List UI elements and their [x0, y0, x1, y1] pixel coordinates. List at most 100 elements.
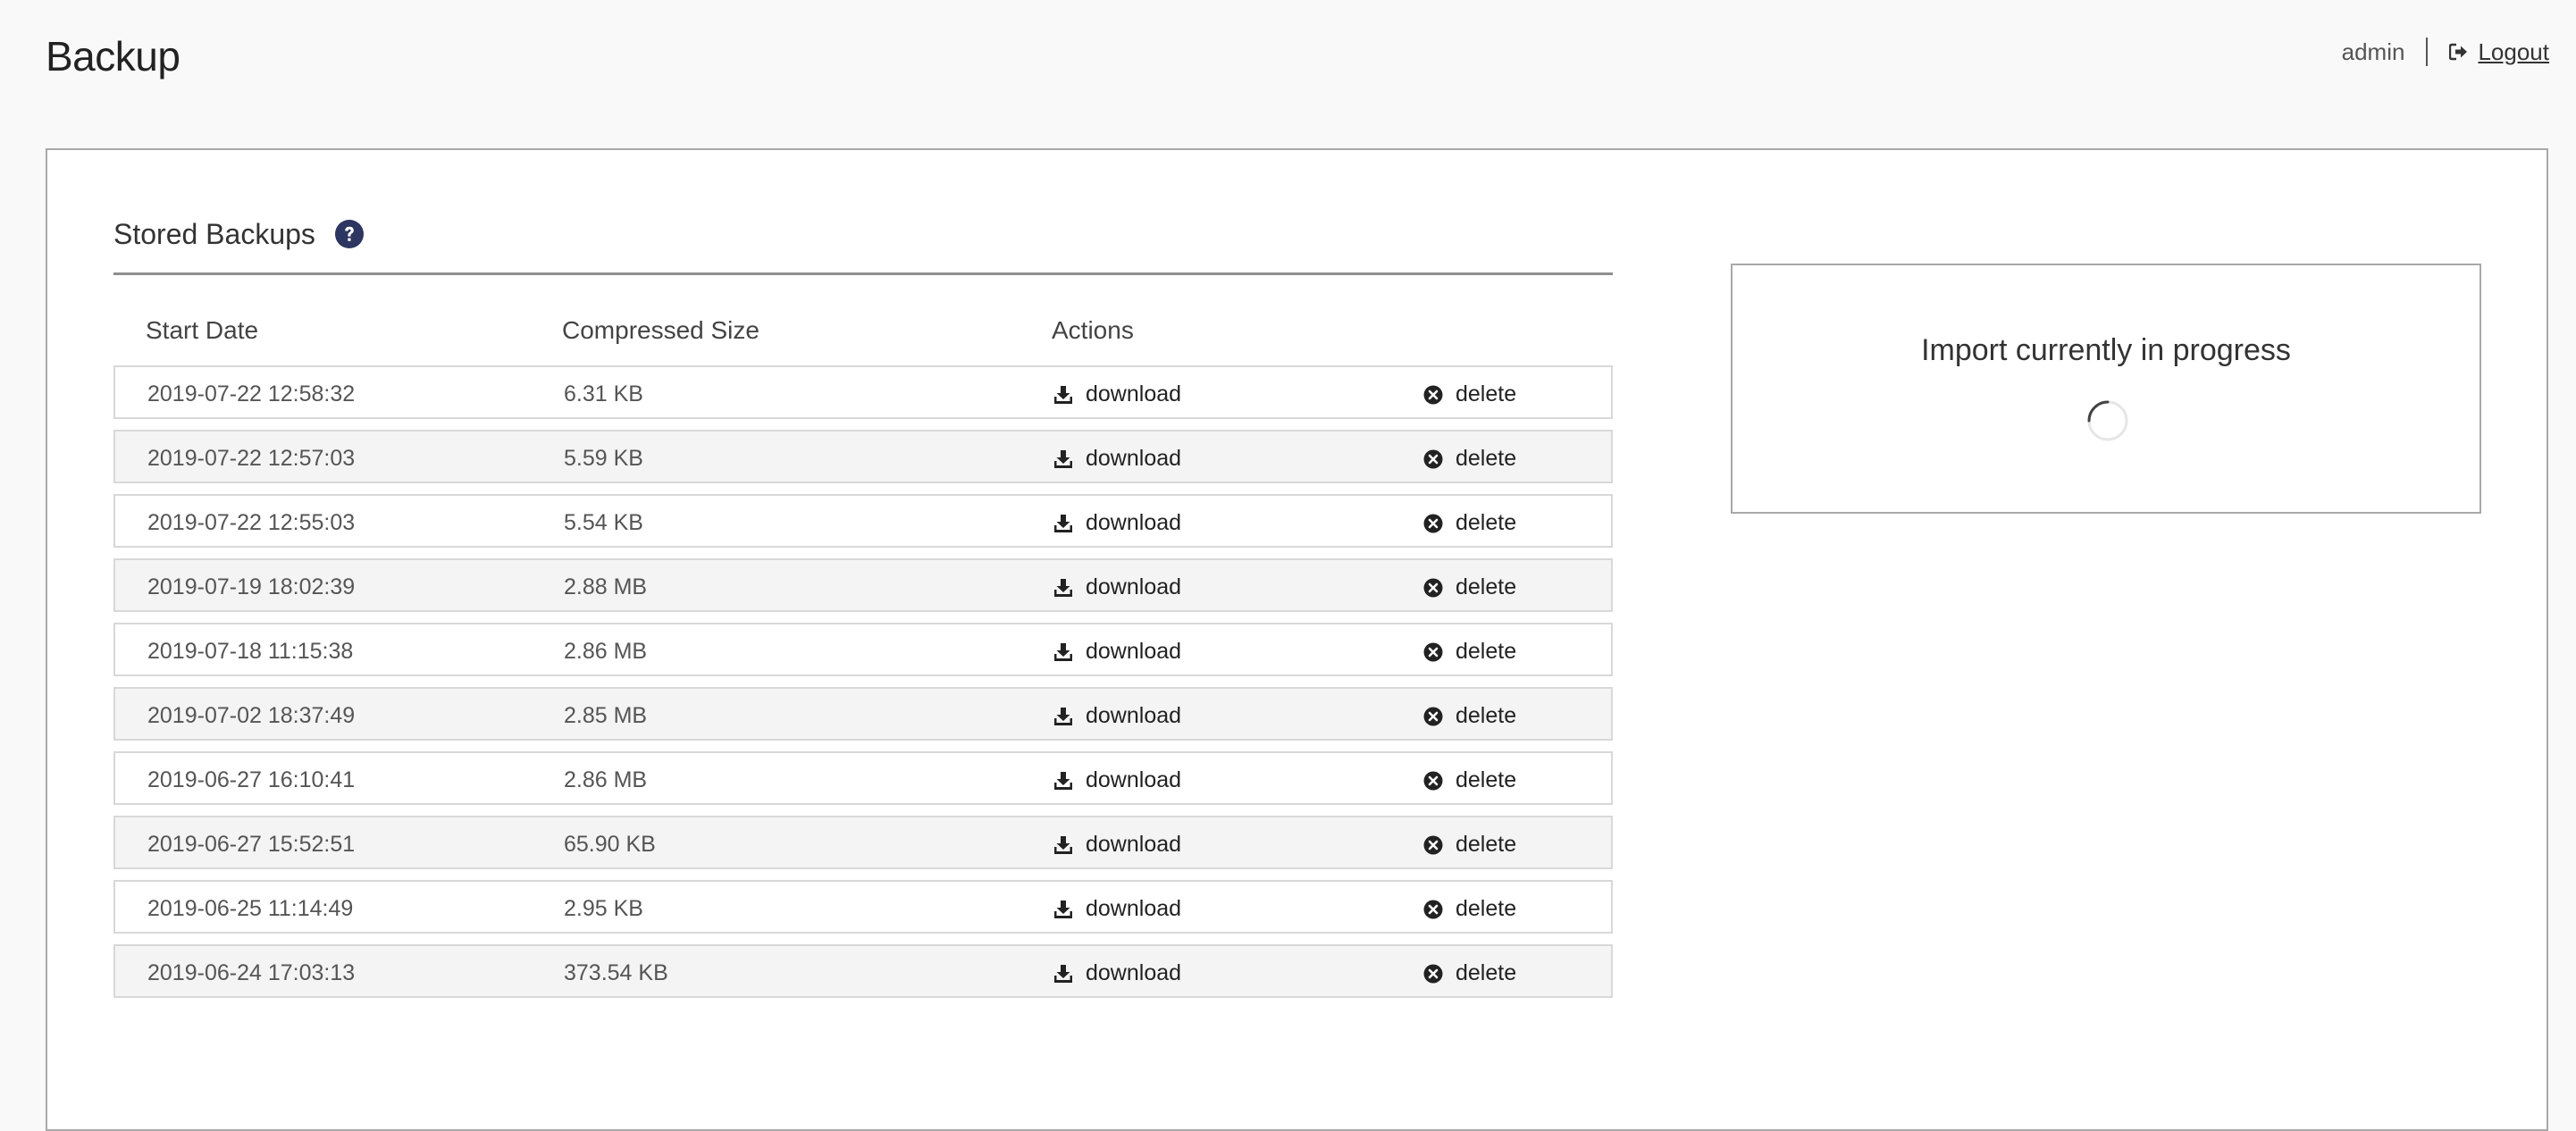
- backup-size: 2.95 KB: [564, 896, 643, 921]
- download-label: download: [1086, 446, 1182, 471]
- times-circle-icon: [1423, 900, 1443, 918]
- download-icon: [1054, 385, 1072, 404]
- backup-start-date: 2019-07-22 12:55:03: [147, 510, 356, 535]
- download-button[interactable]: download: [1053, 767, 1181, 793]
- delete-label: delete: [1456, 510, 1517, 535]
- download-button[interactable]: download: [1053, 832, 1181, 858]
- delete-label: delete: [1456, 896, 1517, 921]
- times-circle-icon: [1423, 964, 1443, 983]
- table-row: 2019-06-24 17:03:13 373.54 KB download dele…: [113, 944, 1613, 998]
- delete-button[interactable]: delete: [1423, 510, 1516, 536]
- backup-size: 6.31 KB: [564, 381, 643, 406]
- logout-link[interactable]: Logout: [2449, 38, 2549, 66]
- download-label: download: [1086, 639, 1182, 664]
- table-row: 2019-07-18 11:15:38 2.86 MB download delete: [113, 623, 1613, 676]
- sign-out-icon: [2449, 43, 2468, 61]
- backup-size: 2.88 MB: [564, 574, 648, 599]
- page-title: Backup: [46, 33, 180, 80]
- backup-start-date: 2019-07-22 12:58:32: [147, 381, 356, 406]
- backup-size: 2.86 MB: [564, 767, 648, 792]
- table-row: 2019-06-25 11:14:49 2.95 KB download delete: [113, 880, 1613, 934]
- delete-label: delete: [1456, 832, 1517, 857]
- times-circle-icon: [1423, 642, 1443, 661]
- backup-start-date: 2019-06-27 15:52:51: [147, 832, 356, 857]
- delete-button[interactable]: delete: [1423, 446, 1516, 472]
- delete-label: delete: [1456, 381, 1517, 406]
- delete-button[interactable]: delete: [1423, 832, 1516, 858]
- download-label: download: [1086, 381, 1182, 406]
- page-header: Backup admin Logout: [0, 0, 2576, 116]
- download-label: download: [1086, 703, 1182, 728]
- table-row: 2019-07-22 12:57:03 5.59 KB download delete: [113, 430, 1613, 483]
- section-title: Stored Backups: [113, 218, 315, 250]
- download-label: download: [1086, 767, 1182, 792]
- backup-start-date: 2019-07-22 12:57:03: [147, 446, 356, 471]
- backup-size: 373.54 KB: [564, 960, 668, 985]
- backups-table: 2019-07-22 12:58:32 6.31 KB download delete…: [113, 365, 1613, 1009]
- main-panel: Stored Backups Start Date Compressed Siz…: [46, 148, 2548, 1131]
- question-circle-icon[interactable]: [334, 220, 364, 248]
- download-button[interactable]: download: [1053, 960, 1181, 986]
- download-label: download: [1086, 960, 1182, 985]
- delete-button[interactable]: delete: [1423, 703, 1516, 729]
- download-button[interactable]: download: [1053, 703, 1181, 729]
- delete-label: delete: [1456, 574, 1517, 599]
- download-icon: [1054, 578, 1072, 597]
- backup-size: 2.85 MB: [564, 703, 648, 728]
- backup-start-date: 2019-06-24 17:03:13: [147, 960, 356, 985]
- backup-start-date: 2019-07-18 11:15:38: [147, 639, 354, 664]
- delete-button[interactable]: delete: [1423, 639, 1516, 665]
- download-label: download: [1086, 896, 1182, 921]
- backup-size: 65.90 KB: [564, 832, 656, 857]
- col-actions: Actions: [1052, 316, 1134, 344]
- download-icon: [1054, 707, 1072, 725]
- table-row: 2019-07-19 18:02:39 2.88 MB download delete: [113, 558, 1613, 612]
- times-circle-icon: [1423, 771, 1443, 790]
- times-circle-icon: [1423, 514, 1443, 532]
- logout-label: Logout: [2478, 38, 2549, 65]
- loading-spinner-icon: [2087, 400, 2128, 441]
- download-icon: [1054, 449, 1072, 468]
- table-row: 2019-06-27 16:10:41 2.86 MB download delete: [113, 751, 1613, 805]
- table-row: 2019-07-02 18:37:49 2.85 MB download delete: [113, 687, 1613, 741]
- download-button[interactable]: download: [1053, 639, 1181, 665]
- backup-start-date: 2019-07-19 18:02:39: [147, 574, 356, 599]
- download-icon: [1054, 835, 1072, 854]
- col-start-date: Start Date: [146, 316, 259, 344]
- download-icon: [1054, 642, 1072, 661]
- download-button[interactable]: download: [1053, 574, 1181, 600]
- delete-button[interactable]: delete: [1423, 960, 1516, 986]
- download-label: download: [1086, 832, 1182, 857]
- delete-button[interactable]: delete: [1423, 381, 1516, 407]
- download-button[interactable]: download: [1053, 446, 1181, 472]
- table-row: 2019-07-22 12:58:32 6.31 KB download delete: [113, 365, 1613, 419]
- delete-label: delete: [1456, 446, 1517, 471]
- delete-button[interactable]: delete: [1423, 574, 1516, 600]
- username: admin: [2341, 38, 2405, 65]
- col-compressed-size: Compressed Size: [562, 316, 759, 344]
- delete-label: delete: [1456, 703, 1517, 728]
- times-circle-icon: [1423, 707, 1443, 725]
- user-divider: [2426, 38, 2429, 66]
- table-row: 2019-07-22 12:55:03 5.54 KB download delete: [113, 494, 1613, 548]
- stored-backups-header: Stored Backups: [113, 218, 1613, 275]
- table-row: 2019-06-27 15:52:51 65.90 KB download delet…: [113, 816, 1613, 869]
- backup-size: 5.54 KB: [564, 510, 643, 535]
- import-status-text: Import currently in progress: [1921, 333, 2291, 367]
- import-status-box: Import currently in progress: [1731, 264, 2481, 514]
- download-icon: [1054, 964, 1072, 983]
- download-button[interactable]: download: [1053, 510, 1181, 536]
- times-circle-icon: [1423, 578, 1443, 597]
- backup-start-date: 2019-07-02 18:37:49: [147, 703, 356, 728]
- download-button[interactable]: download: [1053, 381, 1181, 407]
- backup-size: 2.86 MB: [564, 639, 648, 664]
- times-circle-icon: [1423, 835, 1443, 854]
- delete-button[interactable]: delete: [1423, 896, 1516, 922]
- download-button[interactable]: download: [1053, 896, 1181, 922]
- delete-label: delete: [1456, 767, 1517, 792]
- delete-button[interactable]: delete: [1423, 767, 1516, 793]
- delete-label: delete: [1456, 960, 1517, 985]
- table-header: Start Date Compressed Size Actions: [113, 316, 1613, 352]
- download-label: download: [1086, 510, 1182, 535]
- download-icon: [1054, 771, 1072, 790]
